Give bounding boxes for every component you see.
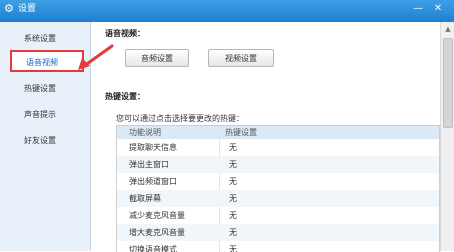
row-function: 弹出主窗口 bbox=[129, 160, 169, 169]
row-function: 提取聊天信息 bbox=[129, 143, 177, 152]
vertical-scrollbar[interactable]: ▲ bbox=[440, 22, 454, 251]
sidebar-item-friends[interactable]: 好友设置 bbox=[10, 130, 84, 152]
table-row[interactable]: 增大麦克风音量 无 bbox=[117, 224, 439, 241]
table-row[interactable]: 减少麦克风音量 无 bbox=[117, 207, 439, 224]
row-hotkey[interactable]: 无 bbox=[229, 156, 237, 173]
row-function: 弹出频道窗口 bbox=[129, 177, 177, 186]
scroll-up-arrow-icon[interactable]: ▲ bbox=[443, 24, 453, 34]
column-header-hotkey[interactable]: 热键设置 bbox=[225, 126, 257, 139]
table-row[interactable]: 弹出频道窗口 无 bbox=[117, 173, 439, 190]
close-button[interactable]: ✕ bbox=[432, 3, 444, 15]
row-hotkey[interactable]: 无 bbox=[229, 241, 237, 252]
row-hotkey[interactable]: 无 bbox=[229, 207, 237, 224]
sidebar-item-sound[interactable]: 声音提示 bbox=[10, 104, 84, 126]
gear-icon: ⚙ bbox=[4, 2, 14, 15]
row-function: 增大麦克风音量 bbox=[129, 228, 185, 237]
row-hotkey[interactable]: 无 bbox=[229, 224, 237, 241]
sidebar-item-hotkeys[interactable]: 热键设置 bbox=[10, 78, 84, 100]
av-section-title: 语音视频： bbox=[105, 29, 145, 38]
row-hotkey[interactable]: 无 bbox=[229, 139, 237, 156]
table-row[interactable]: 弹出主窗口 无 bbox=[117, 156, 439, 173]
window-title: 设置 bbox=[18, 4, 37, 14]
table-row[interactable]: 截取屏幕 无 bbox=[117, 190, 439, 207]
table-header: 功能说明 热键设置 bbox=[117, 126, 439, 139]
scrollbar-thumb[interactable] bbox=[443, 38, 453, 128]
audio-settings-button[interactable]: 音频设置 bbox=[125, 49, 189, 67]
hotkey-hint: 您可以通过点击选择要更改的热键： bbox=[116, 114, 244, 123]
minimize-button[interactable]: — bbox=[412, 3, 424, 15]
title-bar: ⚙ 设置 — ✕ bbox=[0, 0, 454, 22]
hotkey-section-title: 热键设置： bbox=[105, 92, 145, 101]
row-hotkey[interactable]: 无 bbox=[229, 173, 237, 190]
row-function: 减少麦克风音量 bbox=[129, 211, 185, 220]
table-row[interactable]: 切换语音模式 无 bbox=[117, 241, 439, 252]
hotkey-table: 功能说明 热键设置 提取聊天信息 无 弹出主窗口 无 弹出频道窗口 无 截取屏幕… bbox=[116, 125, 440, 252]
sidebar-item-system[interactable]: 系统设置 bbox=[10, 28, 84, 50]
table-row[interactable]: 提取聊天信息 无 bbox=[117, 139, 439, 156]
row-hotkey[interactable]: 无 bbox=[229, 190, 237, 207]
sidebar-item-voice-video[interactable]: 语音视频 bbox=[10, 50, 84, 72]
row-function: 切换语音模式 bbox=[129, 245, 177, 252]
row-function: 截取屏幕 bbox=[129, 194, 161, 203]
video-settings-button[interactable]: 视频设置 bbox=[208, 49, 274, 67]
column-header-function[interactable]: 功能说明 bbox=[129, 126, 161, 139]
settings-panel: 语音视频： 音频设置 视频设置 热键设置： 您可以通过点击选择要更改的热键： 功… bbox=[91, 22, 440, 252]
